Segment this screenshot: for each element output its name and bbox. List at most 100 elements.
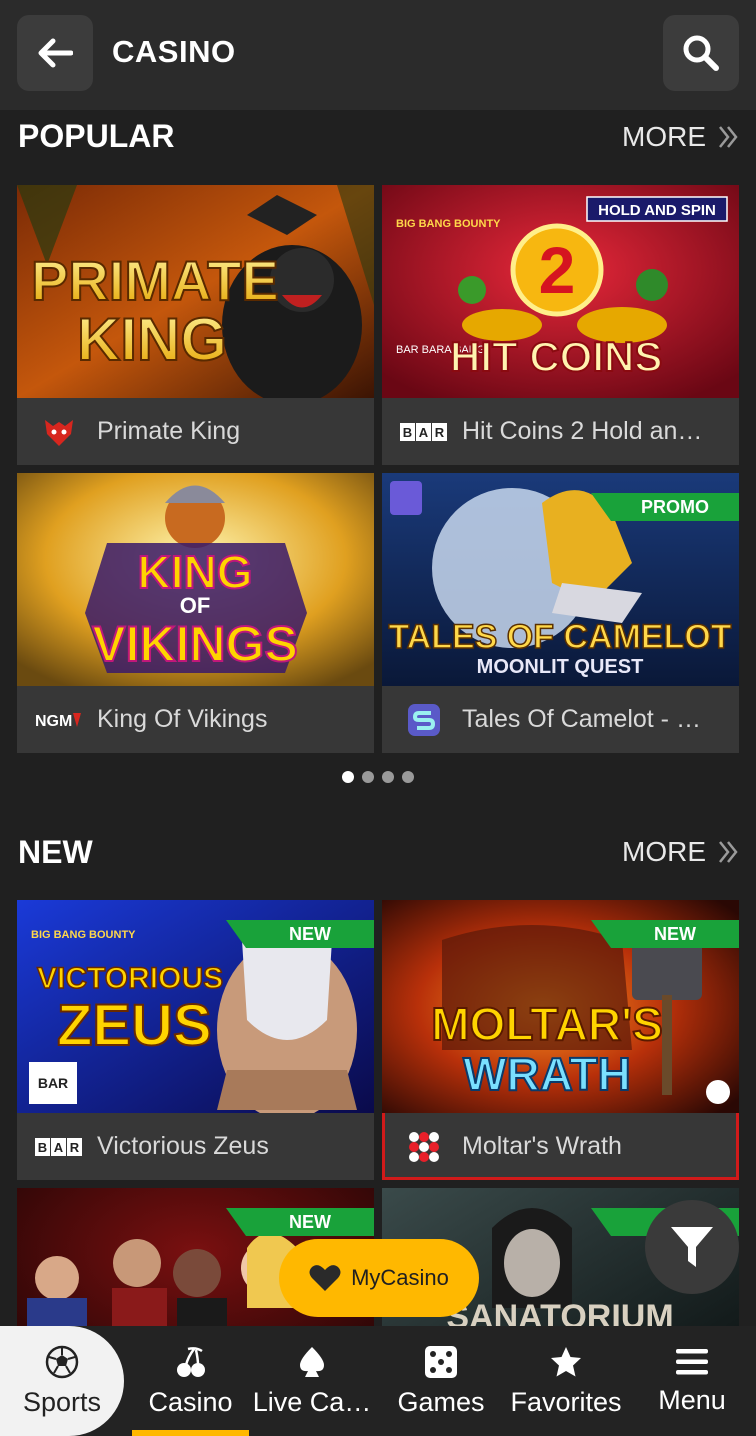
filter-icon (671, 1227, 713, 1267)
art-title-line-2: OF (180, 593, 211, 618)
nav-item-live-casino[interactable]: Live Ca… (252, 1326, 372, 1436)
back-button[interactable] (17, 15, 93, 91)
game-card-tales-of-camelot[interactable]: TALES OF CAMELOT MOONLIT QUEST PROMO Tal… (382, 473, 739, 753)
svg-text:A: A (419, 425, 429, 440)
promo-ribbon: PROMO (591, 493, 739, 521)
art-title: HIT COINS (450, 333, 662, 380)
mycasino-button[interactable]: MyCasino (279, 1239, 479, 1317)
art-title-line-2: KING (77, 306, 227, 373)
svg-text:BAR: BAR (38, 1075, 68, 1091)
provider-logo-icon (35, 416, 83, 448)
card-footer: B A R Hit Coins 2 Hold an… (382, 398, 739, 465)
svg-text:B: B (38, 1140, 47, 1155)
new-ribbon: NEW (226, 920, 374, 948)
art-title-line-3: VIKINGS (92, 616, 298, 672)
hamburger-icon (676, 1348, 708, 1374)
game-thumbnail: HOLD AND SPIN BIG BANG BOUNTY 2 BAR BARA… (382, 185, 739, 398)
game-card-primate-king[interactable]: PRIMATE KING Primate King (17, 185, 374, 465)
nav-label: Games (397, 1386, 485, 1417)
card-footer: Tales Of Camelot - … (382, 686, 739, 753)
new-ribbon: NEW (591, 920, 739, 948)
double-chevron-right-icon (719, 841, 738, 863)
filter-button[interactable] (645, 1200, 739, 1294)
game-thumbnail: BIG BANG BOUNTY VICTORIOUS ZEUS BAR NEW (17, 900, 374, 1113)
svg-text:A: A (54, 1140, 64, 1155)
carousel-pagination (342, 771, 414, 783)
svg-text:R: R (435, 425, 445, 440)
more-label: MORE (622, 836, 706, 867)
page-title: CASINO (112, 34, 236, 69)
art-title-line-1: TALES OF CAMELOT (388, 618, 731, 656)
pagination-dot[interactable] (382, 771, 394, 783)
pagination-dot-active[interactable] (342, 771, 354, 783)
art-number: 2 (539, 233, 576, 307)
nav-label: Live Ca… (252, 1386, 372, 1417)
art-title-line-1: VICTORIOUS (37, 962, 223, 995)
nav-label: Menu (658, 1384, 726, 1415)
new-ribbon: NEW (226, 1208, 374, 1236)
active-tab-indicator (132, 1430, 249, 1436)
game-thumbnail: KING OF VIKINGS (17, 473, 374, 686)
nav-item-menu[interactable]: Menu (640, 1326, 744, 1436)
bottom-navigation: Sports Casino Live Ca… Games Favorites M… (0, 1326, 756, 1436)
game-card-moltars-wrath[interactable]: MOLTAR'S WRATH NEW Moltar's Wrath (382, 900, 739, 1180)
art-title-line-2: MOONLIT QUEST (477, 656, 644, 678)
card-footer: B A R Victorious Zeus (17, 1113, 374, 1180)
section-title-popular: POPULAR (18, 118, 175, 154)
nav-item-favorites[interactable]: Favorites (505, 1326, 627, 1436)
nav-label: Sports (22, 1386, 102, 1417)
game-name: Hit Coins 2 Hold an… (462, 417, 703, 445)
game-card-king-of-vikings[interactable]: KING OF VIKINGS NGM King Of Vikings (17, 473, 374, 753)
game-name: Victorious Zeus (97, 1132, 269, 1160)
card-footer: NGM King Of Vikings (17, 686, 374, 753)
popular-more-link[interactable]: MORE (622, 121, 738, 153)
soccer-ball-icon (45, 1345, 79, 1378)
nav-label: Casino (148, 1386, 233, 1417)
section-title-new: NEW (18, 834, 93, 870)
spade-icon (300, 1346, 324, 1377)
art-title-line-2: WRATH (463, 1048, 631, 1100)
svg-text:R: R (70, 1140, 80, 1155)
new-more-link[interactable]: MORE (622, 836, 738, 868)
game-thumbnail: PRIMATE KING (17, 185, 374, 398)
art-brand: BIG BANG BOUNTY (31, 929, 136, 941)
provider-logo-dots-icon (400, 1131, 448, 1163)
heart-icon (309, 1265, 341, 1291)
nav-item-games[interactable]: Games (385, 1326, 497, 1436)
double-chevron-right-icon (719, 126, 738, 148)
art-title: SANATORIUM (446, 1298, 673, 1326)
provider-logo-ngm-icon: NGM (35, 704, 83, 736)
search-button[interactable] (663, 15, 739, 91)
card-footer: Primate King (17, 398, 374, 465)
game-name: Tales Of Camelot - … (462, 705, 701, 733)
pagination-dot[interactable] (362, 771, 374, 783)
more-label: MORE (622, 121, 706, 152)
game-name: Primate King (97, 417, 241, 445)
art-title-line-1: PRIMATE (31, 249, 279, 312)
mycasino-label: MyCasino (351, 1265, 449, 1290)
nav-item-casino[interactable]: Casino (132, 1326, 249, 1436)
nav-item-sports[interactable]: Sports (0, 1326, 124, 1436)
pagination-dot[interactable] (402, 771, 414, 783)
search-icon (683, 35, 719, 71)
provider-logo-s-icon (400, 703, 448, 736)
art-badge: HOLD AND SPIN (598, 202, 716, 219)
card-footer: Moltar's Wrath (382, 1113, 739, 1180)
svg-text:NGM: NGM (35, 713, 72, 730)
game-card-hit-coins-2[interactable]: HOLD AND SPIN BIG BANG BOUNTY 2 BAR BARA… (382, 185, 739, 465)
game-thumbnail: MOLTAR'S WRATH NEW (382, 900, 739, 1113)
cherries-icon (176, 1346, 205, 1377)
arrow-left-icon (38, 38, 73, 68)
art-title-line-2: ZEUS (57, 993, 212, 1058)
art-title-line-1: KING (138, 546, 253, 598)
art-brand: BIG BANG BOUNTY (396, 218, 501, 230)
game-thumbnail: TALES OF CAMELOT MOONLIT QUEST PROMO (382, 473, 739, 686)
svg-text:B: B (403, 425, 412, 440)
game-card-victorious-zeus[interactable]: BIG BANG BOUNTY VICTORIOUS ZEUS BAR NEW … (17, 900, 374, 1180)
nav-label: Favorites (510, 1386, 622, 1417)
provider-logo-bar-icon: B A R (400, 416, 448, 448)
game-name: Moltar's Wrath (462, 1132, 622, 1160)
provider-logo-bar-icon: B A R (35, 1131, 83, 1163)
game-name: King Of Vikings (97, 705, 268, 733)
app-header: CASINO (0, 0, 756, 110)
